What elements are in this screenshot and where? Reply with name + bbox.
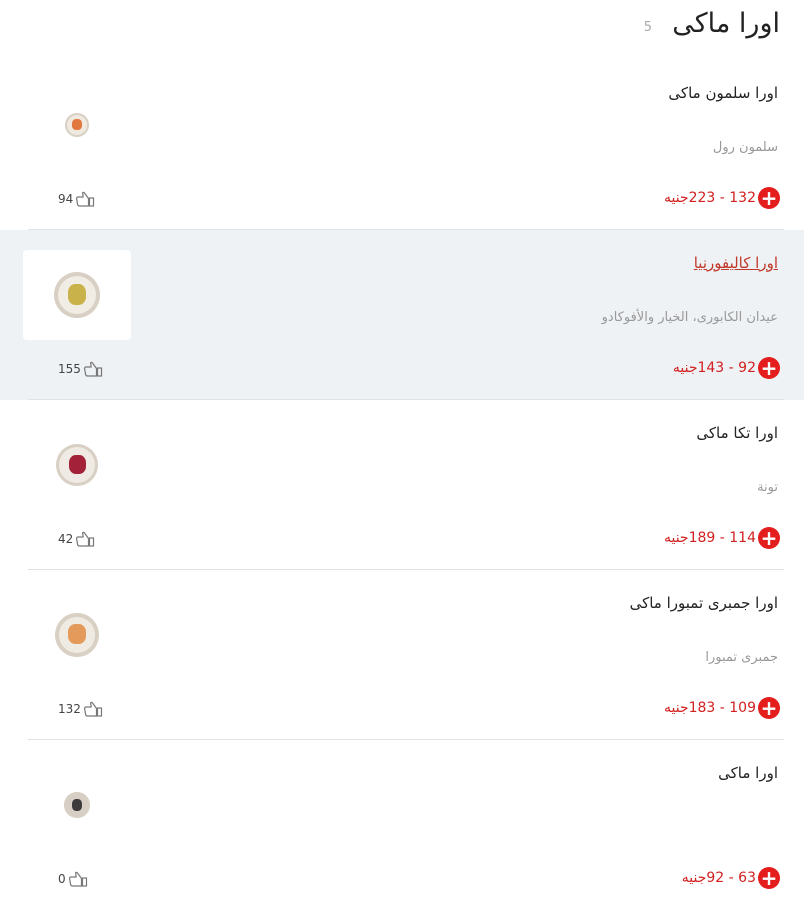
section-title: اورا ماكى — [672, 8, 780, 39]
thumbs-up-icon — [83, 701, 103, 717]
price-row: + 132 - 223جنيه — [664, 187, 780, 209]
menu-item-price: 92 - 143جنيه — [672, 360, 756, 376]
sushi-roll-image — [56, 444, 98, 486]
thumbs-up-icon — [83, 361, 103, 377]
menu-item[interactable]: اورا سلمون ماكى سلمون رول + 132 - 223جني… — [0, 60, 804, 230]
add-to-cart-button[interactable]: + — [758, 697, 780, 719]
like-count: 155 — [58, 362, 81, 376]
menu-item-image[interactable] — [23, 80, 131, 170]
like-count: 42 — [58, 532, 74, 546]
thumbs-up-icon — [68, 871, 88, 887]
thumbs-up-icon — [75, 191, 95, 207]
menu-item-price: 114 - 189جنيه — [663, 530, 756, 546]
menu-item-description: سلمون رول — [712, 140, 778, 155]
menu-item-price: 63 - 92جنيه — [681, 870, 756, 886]
thumbs-up-icon — [75, 531, 95, 547]
section-item-count: 5 — [643, 20, 652, 35]
menu-item-image[interactable] — [23, 250, 131, 340]
like-button[interactable]: 155 — [58, 361, 103, 377]
menu-item-description: تونة — [757, 480, 778, 495]
section-header: اورا ماكى 5 — [0, 0, 804, 60]
menu-item-description: عيدان الكابورى، الخيار والأفوكادو — [601, 310, 778, 325]
add-to-cart-button[interactable]: + — [758, 867, 780, 889]
menu-item-name[interactable]: اورا سلمون ماكى — [668, 84, 778, 102]
menu-item[interactable]: اورا جمبرى تمبورا ماكى جمبرى تمبورا + 10… — [0, 570, 804, 740]
menu-item-image[interactable] — [23, 420, 131, 510]
menu-section: اورا ماكى 5 اورا سلمون ماكى سلمون رول + … — [0, 0, 804, 909]
menu-item[interactable]: اورا كاليفورنيا عيدان الكابورى، الخيار و… — [0, 230, 804, 400]
menu-item-name[interactable]: اورا ماكى — [718, 764, 778, 782]
menu-item-description: جمبرى تمبورا — [705, 650, 778, 665]
price-row: + 114 - 189جنيه — [664, 527, 780, 549]
sushi-roll-image — [64, 792, 90, 818]
sushi-roll-image — [65, 113, 89, 137]
add-to-cart-button[interactable]: + — [758, 187, 780, 209]
menu-item-image[interactable] — [23, 760, 131, 850]
like-count: 94 — [58, 192, 74, 206]
menu-item-name[interactable]: اورا تكا ماكى — [696, 424, 778, 442]
menu-item[interactable]: اورا ماكى + 63 - 92جنيه 0 — [0, 740, 804, 910]
sushi-roll-image — [54, 272, 100, 318]
like-count: 0 — [58, 872, 66, 886]
like-button[interactable]: 132 — [58, 701, 103, 717]
price-row: + 92 - 143جنيه — [673, 357, 780, 379]
price-row: + 63 - 92جنيه — [682, 867, 780, 889]
menu-item-price: 132 - 223جنيه — [663, 190, 756, 206]
like-button[interactable]: 94 — [58, 191, 95, 207]
menu-item-name[interactable]: اورا كاليفورنيا — [694, 254, 778, 272]
menu-item-name[interactable]: اورا جمبرى تمبورا ماكى — [630, 594, 778, 612]
price-row: + 109 - 183جنيه — [664, 697, 780, 719]
like-count: 132 — [58, 702, 81, 716]
add-to-cart-button[interactable]: + — [758, 527, 780, 549]
add-to-cart-button[interactable]: + — [758, 357, 780, 379]
menu-item-image[interactable] — [23, 590, 131, 680]
sushi-roll-image — [55, 613, 99, 657]
menu-item-price: 109 - 183جنيه — [663, 700, 756, 716]
menu-item[interactable]: اورا تكا ماكى تونة + 114 - 189جنيه 42 — [0, 400, 804, 570]
like-button[interactable]: 42 — [58, 531, 95, 547]
like-button[interactable]: 0 — [58, 871, 88, 887]
